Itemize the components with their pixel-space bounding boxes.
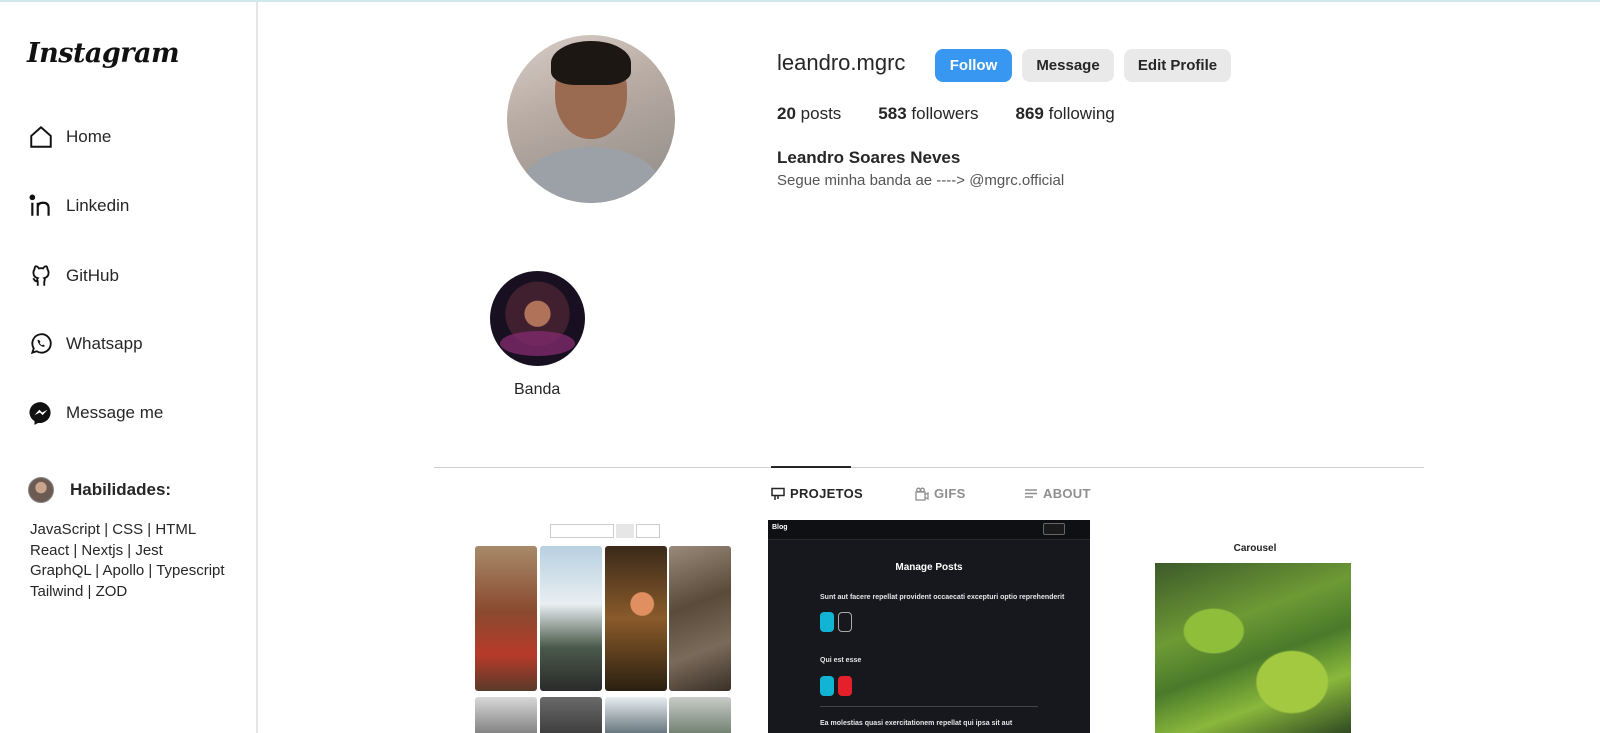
delete-button (838, 676, 852, 696)
edit-button (820, 676, 834, 696)
posts-stat[interactable]: 20 posts (777, 104, 841, 124)
filter-select (636, 524, 660, 538)
sidebar-item-whatsapp[interactable]: Whatsapp (28, 329, 143, 359)
blog-nav-new-post (1043, 523, 1065, 535)
messenger-icon (28, 400, 54, 426)
gallery-image (540, 697, 602, 733)
followers-label: followers (911, 104, 979, 123)
delete-button (838, 612, 852, 632)
blog-post-title: Qui est esse (820, 657, 862, 664)
following-count: 869 (1015, 104, 1044, 123)
sidebar-item-label: Home (66, 127, 112, 146)
skill-line: JavaScript | CSS | HTML (30, 521, 197, 538)
sidebar-item-home[interactable]: Home (28, 122, 111, 152)
skills-title: Habilidades: (70, 480, 172, 499)
skill-line: GraphQL | Apollo | Typescript (30, 562, 225, 579)
skill-line: Tailwind | ZOD (30, 582, 128, 600)
profile-picture[interactable] (507, 35, 675, 203)
profile-full-name: Leandro Soares Neves (777, 148, 961, 167)
divider (820, 706, 1038, 707)
sidebar-item-linkedin[interactable]: Linkedin (28, 191, 129, 221)
blog-nav-manage (1067, 523, 1089, 535)
profile-stats: 20 posts 583 followers 869 following (777, 104, 1152, 124)
sidebar-item-github[interactable]: GitHub (28, 261, 119, 291)
tab-about[interactable]: ABOUT (1024, 486, 1091, 501)
followers-stat[interactable]: 583 followers (878, 104, 978, 124)
post-thumbnail[interactable] (470, 520, 732, 733)
posts-label: posts (800, 104, 842, 123)
blog-navbar: Blog (768, 520, 1090, 540)
carousel-image (1155, 563, 1351, 733)
home-icon (28, 124, 54, 150)
avatar (28, 477, 54, 503)
story-highlight-banda[interactable] (490, 271, 585, 366)
profile-username: leandro.mgrc (777, 50, 906, 75)
whatsapp-icon (28, 331, 54, 357)
following-label: following (1048, 104, 1115, 123)
followers-count: 583 (878, 104, 907, 123)
gallery-image (605, 546, 667, 691)
follow-button[interactable]: Follow (935, 49, 1012, 82)
gallery-image (540, 546, 602, 691)
skills-header: Habilidades: (28, 477, 171, 503)
sidebar-item-message-me[interactable]: Message me (28, 398, 163, 428)
sidebar-item-label: Whatsapp (66, 334, 143, 353)
text-lines-icon (1025, 488, 1037, 498)
gallery-image (475, 697, 537, 733)
posts-count: 20 (777, 104, 796, 123)
sidebar-item-label: Linkedin (66, 196, 130, 215)
profile-bio: Segue minha banda ae ----> @mgrc.officia… (777, 172, 1065, 189)
search-input (550, 524, 614, 538)
skill-line: React | Nextjs | Jest (30, 541, 163, 559)
blog-post-title: Ea molestias quasi exercitationem repell… (820, 720, 1013, 727)
tab-gifs[interactable]: GIFS (915, 486, 966, 501)
blog-post-title: Sunt aut facere repellat provident occae… (820, 594, 1065, 601)
search-button (616, 524, 634, 538)
linkedin-icon (28, 193, 54, 219)
sidebar: Instagram Home Linkedin GitHub Whatsapp … (0, 2, 258, 733)
board-icon (771, 487, 785, 500)
active-tab-indicator (771, 466, 851, 468)
post-thumbnail[interactable]: Blog Manage Posts Sunt aut facere repell… (768, 520, 1090, 733)
video-icon (915, 487, 929, 501)
blog-page-title: Manage Posts (895, 562, 963, 573)
gallery-image (475, 546, 537, 691)
sidebar-item-label: Message me (66, 403, 164, 422)
tab-label: GIFS (934, 486, 966, 501)
tab-label: ABOUT (1043, 486, 1091, 501)
story-highlight-label: Banda (514, 381, 561, 398)
following-stat[interactable]: 869 following (1016, 104, 1115, 124)
instagram-logo[interactable]: Instagram (27, 38, 180, 69)
edit-button (820, 612, 834, 632)
message-button[interactable]: Message (1022, 49, 1114, 82)
tabs-divider (434, 467, 1424, 468)
edit-profile-button[interactable]: Edit Profile (1124, 49, 1231, 82)
blog-logo: Blog (772, 524, 788, 531)
gallery-image (669, 697, 731, 733)
sidebar-item-label: GitHub (66, 266, 119, 285)
gallery-image (605, 697, 667, 733)
gallery-image (669, 546, 731, 691)
github-icon (28, 263, 54, 289)
carousel-title: Carousel (1233, 543, 1277, 554)
tab-label: PROJETOS (790, 486, 863, 501)
post-thumbnail[interactable]: Carousel (1110, 520, 1400, 733)
tab-projetos[interactable]: PROJETOS (771, 486, 863, 501)
skills-list: JavaScript | CSS | HTML React | Nextjs |… (30, 520, 225, 602)
